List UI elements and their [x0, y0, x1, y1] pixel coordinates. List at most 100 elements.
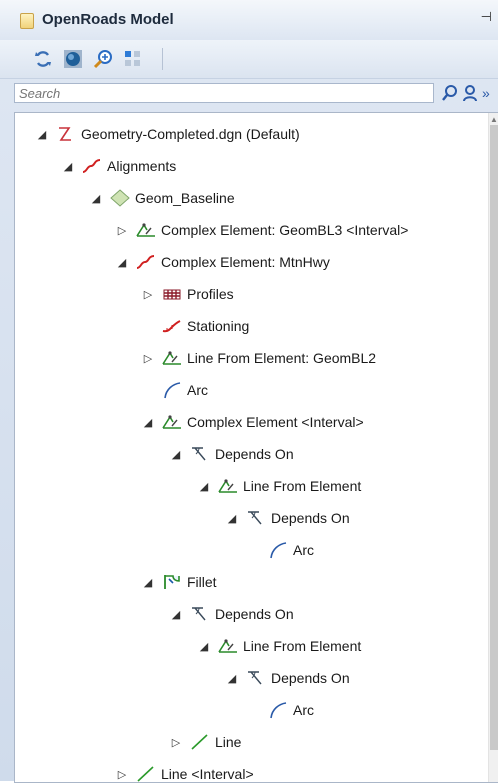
- tree-row-label: Line From Element: [243, 638, 362, 654]
- alignment-icon: [81, 157, 103, 175]
- tree-row[interactable]: ◢ Depends On: [169, 438, 294, 470]
- tree-row-label: Depends On: [215, 606, 294, 622]
- tree-row-label: Complex Element: MtnHwy: [161, 254, 330, 270]
- tree-row[interactable]: ◢ Depends On: [169, 598, 294, 630]
- arc-icon: [267, 701, 289, 719]
- tree-row[interactable]: ▷ Line <Interval>: [115, 758, 254, 782]
- collapse-arrow-icon[interactable]: ◢: [115, 256, 129, 269]
- tree-row[interactable]: ◢ Geom_Baseline: [89, 182, 235, 214]
- tree-row-label: Line: [215, 734, 242, 750]
- arc-icon: [267, 541, 289, 559]
- dgn-file-icon: [55, 125, 77, 143]
- fillet-icon: [161, 573, 183, 591]
- panel-title: OpenRoads Model: [42, 11, 174, 28]
- search-icon[interactable]: [440, 82, 460, 104]
- tree-row[interactable]: ▷ Profiles: [141, 278, 234, 310]
- tree-row[interactable]: ◢ Depends On: [225, 662, 350, 694]
- tree-row-label: Depends On: [215, 446, 294, 462]
- tree-row-label: Profiles: [187, 286, 234, 302]
- alignment-icon: [135, 253, 157, 271]
- line-icon: [189, 733, 211, 751]
- depends-on-icon: [189, 445, 211, 463]
- expand-arrow-icon[interactable]: ▷: [115, 768, 129, 781]
- user-filter-icon[interactable]: [460, 82, 480, 104]
- stationing-icon: [161, 317, 183, 335]
- collapse-arrow-icon[interactable]: ◢: [141, 416, 155, 429]
- collapse-arrow-icon[interactable]: ◢: [61, 160, 75, 173]
- tree-row[interactable]: ▷ Line From Element: GeomBL2: [141, 342, 376, 374]
- expand-arrow-icon[interactable]: ▷: [115, 224, 129, 237]
- model-tree: ◢ Geometry-Completed.dgn (Default) ◢ Alignm…: [14, 112, 498, 783]
- tree-row[interactable]: Stationing: [141, 310, 249, 342]
- tree-row[interactable]: ◢ Depends On: [225, 502, 350, 534]
- tree-row-label: Fillet: [187, 574, 217, 590]
- tree-row-label: Arc: [187, 382, 208, 398]
- tree-row-label: Geom_Baseline: [135, 190, 235, 206]
- search-row: »: [0, 80, 498, 106]
- tree-row[interactable]: Arc: [247, 534, 314, 566]
- openroads-model-panel: OpenRoads Model ⊣ » ◢ Geometry-Completed.…: [0, 0, 498, 783]
- tree-row[interactable]: ◢ Complex Element <Interval>: [141, 406, 364, 438]
- panel-titlebar: OpenRoads Model ⊣: [0, 0, 498, 41]
- complex-element-icon: [135, 221, 157, 239]
- complex-element-icon: [217, 637, 239, 655]
- expand-arrow-icon[interactable]: ▷: [141, 352, 155, 365]
- vertical-scrollbar[interactable]: ▲: [488, 113, 498, 782]
- depends-on-icon: [189, 605, 211, 623]
- expand-arrow-icon[interactable]: ▷: [141, 288, 155, 301]
- collapse-arrow-icon[interactable]: ◢: [225, 672, 239, 685]
- collapse-arrow-icon[interactable]: ◢: [35, 128, 49, 141]
- collapse-arrow-icon[interactable]: ◢: [225, 512, 239, 525]
- tree-row-label: Stationing: [187, 318, 250, 334]
- complex-element-icon: [217, 477, 239, 495]
- tree-row-label: Line From Element: [243, 478, 362, 494]
- tree-row[interactable]: ◢ Geometry-Completed.dgn (Default): [35, 118, 300, 150]
- tree-row[interactable]: ◢ Alignments: [61, 150, 177, 182]
- tree-row[interactable]: ◢ Line From Element: [197, 470, 362, 502]
- tree-row-label: Arc: [293, 542, 314, 558]
- more-options-icon[interactable]: »: [482, 82, 496, 104]
- scrollbar-thumb[interactable]: [490, 125, 498, 750]
- tree-row-label: Line <Interval>: [161, 766, 254, 782]
- collapse-arrow-icon[interactable]: ◢: [141, 576, 155, 589]
- tree-row[interactable]: ◢ Fillet: [141, 566, 217, 598]
- tree-row-label: Alignments: [107, 158, 177, 174]
- globe-icon[interactable]: [62, 48, 84, 70]
- collapse-arrow-icon[interactable]: ◢: [169, 608, 183, 621]
- scroll-up-icon[interactable]: ▲: [490, 115, 498, 124]
- tree-row-label: Depends On: [271, 510, 350, 526]
- tree-row[interactable]: ◢ Line From Element: [197, 630, 362, 662]
- refresh-icon[interactable]: [32, 48, 54, 70]
- tree-row-label: Line From Element: GeomBL2: [187, 350, 377, 366]
- tree-row-label: Arc: [293, 702, 314, 718]
- tree-row[interactable]: Arc: [247, 694, 314, 726]
- complex-element-icon: [161, 413, 183, 431]
- tree-row[interactable]: Arc: [141, 374, 208, 406]
- arc-icon: [161, 381, 183, 399]
- toolbar-separator: [162, 48, 163, 70]
- tree-row-label: Complex Element <Interval>: [187, 414, 364, 430]
- tree-row[interactable]: ▷ Complex Element: GeomBL3 <Interval>: [115, 214, 409, 246]
- collapse-arrow-icon[interactable]: ◢: [197, 640, 211, 653]
- pin-icon[interactable]: ⊣: [481, 9, 492, 25]
- line-icon: [135, 765, 157, 782]
- zoom-to-icon[interactable]: [92, 48, 114, 70]
- profiles-icon: [161, 285, 183, 303]
- collapse-arrow-icon[interactable]: ◢: [89, 192, 103, 205]
- diamond-icon: [109, 189, 131, 207]
- depends-on-icon: [245, 509, 267, 527]
- grid-view-icon[interactable]: [122, 48, 144, 70]
- tree-row[interactable]: ◢ Complex Element: MtnHwy: [115, 246, 330, 278]
- collapse-arrow-icon[interactable]: ◢: [197, 480, 211, 493]
- tree-row-label: Geometry-Completed.dgn (Default): [81, 126, 300, 142]
- depends-on-icon: [245, 669, 267, 687]
- complex-element-icon: [161, 349, 183, 367]
- tree-row-label: Complex Element: GeomBL3 <Interval>: [161, 222, 409, 238]
- tree-row-label: Depends On: [271, 670, 350, 686]
- tree-row[interactable]: ▷ Line: [169, 726, 242, 758]
- expand-arrow-icon[interactable]: ▷: [169, 736, 183, 749]
- toolbar: [0, 40, 498, 79]
- search-input[interactable]: [14, 83, 434, 103]
- document-icon: [20, 13, 34, 29]
- collapse-arrow-icon[interactable]: ◢: [169, 448, 183, 461]
